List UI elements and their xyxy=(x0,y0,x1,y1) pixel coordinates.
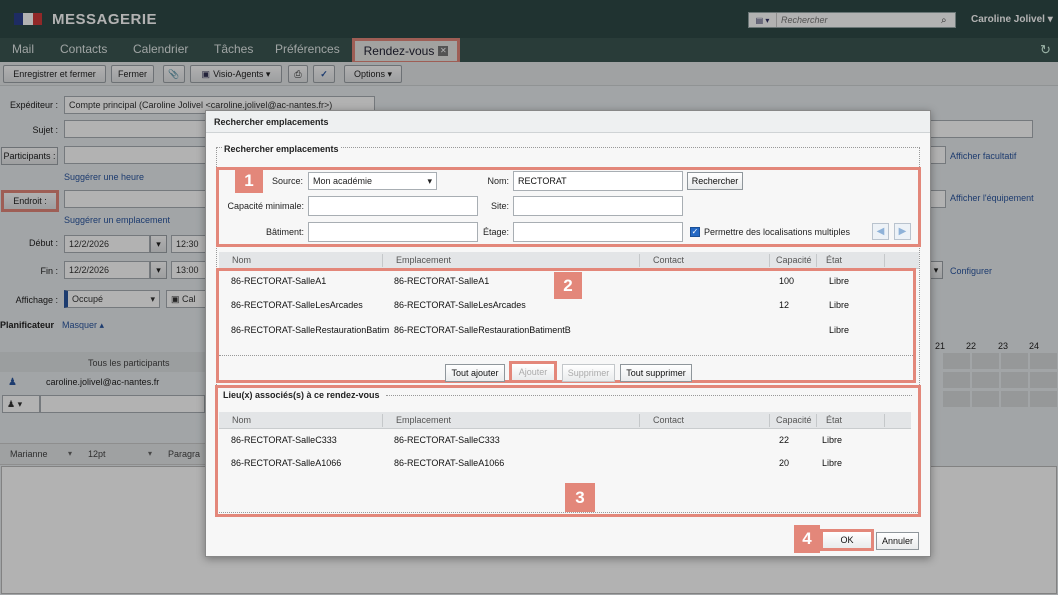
building-input[interactable] xyxy=(308,222,478,242)
name-input[interactable]: RECTORAT xyxy=(513,171,683,191)
chevron-down-icon: ▾ xyxy=(427,175,432,186)
result-state: Libre xyxy=(829,276,850,286)
assoc-state: Libre xyxy=(822,435,843,445)
result-name: 86-RECTORAT-SalleLesArcades xyxy=(231,300,363,310)
col-state: État xyxy=(826,415,843,425)
search-locations-dialog: Rechercher emplacements Rechercher empla… xyxy=(205,110,931,557)
col-capacity: Capacité xyxy=(776,255,812,265)
assoc-capacity: 22 xyxy=(779,435,790,445)
capacity-label: Capacité minimale: xyxy=(227,201,304,211)
site-label: Site: xyxy=(490,201,509,211)
source-value: Mon académie xyxy=(313,176,373,186)
associated-table-header: Nom Emplacement Contact Capacité État xyxy=(219,412,911,429)
search-legend: Rechercher emplacements xyxy=(222,144,341,154)
assoc-location: 86-RECTORAT-SalleA1066 xyxy=(394,458,505,468)
result-state: Libre xyxy=(829,325,850,335)
table-row[interactable]: 86-RECTORAT-SalleA1 86-RECTORAT-SalleA1 … xyxy=(219,271,909,293)
col-state: État xyxy=(826,255,843,265)
assoc-location: 86-RECTORAT-SalleC333 xyxy=(394,435,500,445)
associated-legend-line xyxy=(386,395,912,396)
arrow-right-icon[interactable]: ▶ xyxy=(894,223,911,240)
result-state: Libre xyxy=(829,300,850,310)
result-name: 86-RECTORAT-SalleRestaurationBatim xyxy=(231,325,389,335)
source-label: Source: xyxy=(271,176,303,186)
floor-input[interactable] xyxy=(513,222,683,242)
associated-legend: Lieu(x) associés(s) à ce rendez-vous xyxy=(223,390,380,400)
remove-button[interactable]: Supprimer xyxy=(562,364,615,382)
col-name: Nom xyxy=(232,415,252,425)
source-select[interactable]: Mon académie ▾ xyxy=(308,172,437,190)
badge-4: 4 xyxy=(794,525,820,553)
assoc-name: 86-RECTORAT-SalleC333 xyxy=(231,435,337,445)
col-contact: Contact xyxy=(653,255,685,265)
table-row[interactable]: 86-RECTORAT-SalleA1066 86-RECTORAT-Salle… xyxy=(219,454,909,476)
assoc-state: Libre xyxy=(822,458,843,468)
assoc-capacity: 20 xyxy=(779,458,790,468)
multi-location-label: Permettre des localisations multiples xyxy=(704,227,851,237)
result-capacity: 12 xyxy=(779,300,790,310)
building-label: Bâtiment: xyxy=(265,227,304,237)
site-input[interactable] xyxy=(513,196,683,216)
col-location: Emplacement xyxy=(396,415,452,425)
add-all-button[interactable]: Tout ajouter xyxy=(445,364,505,382)
cancel-button[interactable]: Annuler xyxy=(876,532,919,550)
col-contact: Contact xyxy=(653,415,685,425)
search-button[interactable]: Rechercher xyxy=(687,172,743,190)
col-name: Nom xyxy=(232,255,252,265)
add-button[interactable]: Ajouter xyxy=(509,361,557,383)
multi-location-checkbox[interactable]: ✓ xyxy=(690,227,700,237)
table-row[interactable]: 86-RECTORAT-SalleRestaurationBatim 86-RE… xyxy=(219,319,909,341)
ok-button[interactable]: OK xyxy=(820,529,874,551)
badge-1: 1 xyxy=(235,169,263,193)
floor-label: Étage: xyxy=(482,227,509,237)
result-name: 86-RECTORAT-SalleA1 xyxy=(231,276,327,286)
col-capacity: Capacité xyxy=(776,415,812,425)
results-divider xyxy=(219,355,913,356)
table-row[interactable]: 86-RECTORAT-SalleC333 86-RECTORAT-SalleC… xyxy=(219,431,909,453)
col-location: Emplacement xyxy=(396,255,452,265)
dialog-title: Rechercher emplacements xyxy=(206,111,930,133)
results-table-header: Nom Emplacement Contact Capacité État xyxy=(219,252,919,269)
result-location: 86-RECTORAT-SalleLesArcades xyxy=(394,300,526,310)
name-label: Nom: xyxy=(487,176,509,186)
badge-3: 3 xyxy=(565,483,595,512)
assoc-name: 86-RECTORAT-SalleA1066 xyxy=(231,458,342,468)
result-location: 86-RECTORAT-SalleA1 xyxy=(394,276,490,286)
remove-all-button[interactable]: Tout supprimer xyxy=(620,364,692,382)
result-capacity: 100 xyxy=(779,276,795,286)
table-row[interactable]: 86-RECTORAT-SalleLesArcades 86-RECTORAT-… xyxy=(219,295,909,317)
capacity-input[interactable] xyxy=(308,196,478,216)
arrow-left-icon[interactable]: ◀ xyxy=(872,223,889,240)
result-location: 86-RECTORAT-SalleRestaurationBatimentB xyxy=(394,325,571,335)
